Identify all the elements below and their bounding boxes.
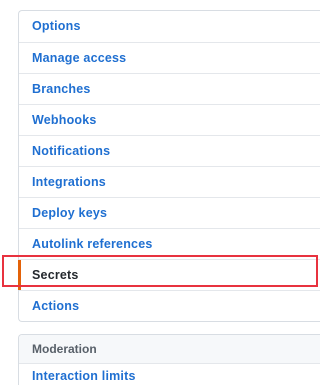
- menu-item-webhooks[interactable]: Webhooks: [19, 104, 320, 135]
- menu-item-notifications[interactable]: Notifications: [19, 135, 320, 166]
- menu-item-manage-access[interactable]: Manage access: [19, 42, 320, 73]
- menu-item-autolink-references[interactable]: Autolink references: [19, 228, 320, 259]
- menu-item-secrets[interactable]: Secrets: [18, 259, 320, 290]
- settings-menu: Options Manage access Branches Webhooks …: [18, 10, 320, 322]
- menu-item-branches[interactable]: Branches: [19, 73, 320, 104]
- moderation-menu: Moderation Interaction limits: [18, 334, 320, 385]
- menu-item-actions[interactable]: Actions: [19, 290, 320, 321]
- menu-item-deploy-keys[interactable]: Deploy keys: [19, 197, 320, 228]
- menu-item-options[interactable]: Options: [19, 11, 320, 42]
- menu-item-integrations[interactable]: Integrations: [19, 166, 320, 197]
- moderation-header: Moderation: [19, 335, 320, 364]
- menu-item-interaction-limits[interactable]: Interaction limits: [19, 364, 320, 385]
